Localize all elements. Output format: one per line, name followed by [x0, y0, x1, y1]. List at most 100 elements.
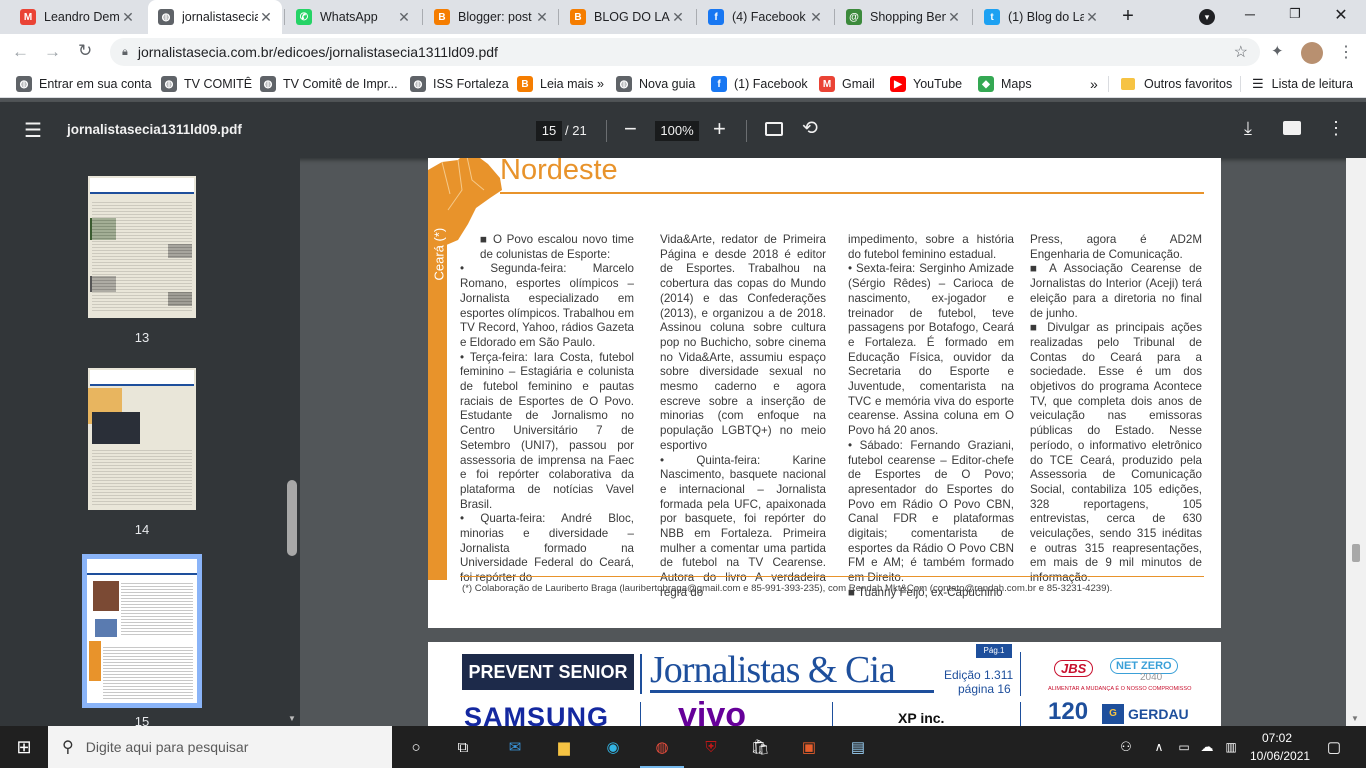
chrome-icon[interactable]: ◍	[650, 735, 674, 759]
bookmark-item[interactable]: ◍ TV Comitê de Impr...	[260, 70, 398, 98]
new-tab-button[interactable]: +	[1116, 5, 1140, 29]
extensions-icon[interactable]: ✦	[1271, 42, 1284, 60]
back-button[interactable]: ←	[12, 42, 29, 62]
tab-4[interactable]: B Blogger: post ✕	[424, 0, 558, 34]
thumb-text	[103, 645, 193, 699]
cloud-icon[interactable]: ☁	[1195, 735, 1219, 759]
globe-icon: ◍	[161, 76, 177, 92]
more-actions-icon[interactable]: ⋮	[1327, 118, 1345, 139]
jbs-logo: JBS	[1054, 660, 1094, 677]
edition-page: página 16	[958, 682, 1011, 696]
pdf-toolbar: ☰ jornalistasecia1311ld09.pdf 15 / 21 − …	[0, 102, 1366, 158]
bookmark-label: Gmail	[842, 77, 875, 91]
tab-close-icon[interactable]: ✕	[120, 9, 136, 26]
paragraph: ■ Divulgar as principais ações realizada…	[1030, 321, 1202, 585]
notepad-icon[interactable]: ▤	[846, 735, 870, 759]
file-explorer-icon[interactable]: ▆	[552, 735, 576, 759]
clock-date[interactable]: 10/06/2021	[1250, 749, 1310, 763]
tab-title: jornalistasecia	[182, 10, 258, 24]
rotate-icon[interactable]: ⟲	[802, 117, 818, 140]
tab-close-icon[interactable]: ✕	[396, 9, 412, 26]
bookmark-item[interactable]: ◍ Entrar em sua conta	[16, 70, 152, 98]
bookmark-item[interactable]: B Leia mais »	[517, 70, 604, 98]
download-icon[interactable]: ⤓	[1244, 118, 1252, 139]
browser-menu-icon[interactable]: ⋮	[1338, 42, 1354, 62]
tab-close-icon[interactable]: ✕	[1084, 9, 1100, 26]
whatsapp-icon: ✆	[296, 9, 312, 25]
tab-5[interactable]: B BLOG DO LAU✕	[560, 0, 694, 34]
thumb-text	[92, 200, 192, 312]
bookmark-label: Entrar em sua conta	[39, 77, 152, 91]
store-icon[interactable]: 🛍︎	[748, 735, 772, 759]
tab-8[interactable]: t (1) Blog do La ✕	[974, 0, 1108, 34]
bookmark-item[interactable]: M Gmail	[819, 70, 875, 98]
notifications-icon[interactable]: ▢	[1322, 735, 1346, 759]
menu-icon[interactable]: ☰	[24, 118, 42, 143]
fit-page-icon[interactable]	[765, 122, 783, 136]
viewer-scrollbar[interactable]: ▼	[1346, 158, 1366, 726]
viewer-scroll-thumb[interactable]	[1352, 544, 1360, 562]
tab-close-icon[interactable]: ✕	[534, 9, 550, 26]
reload-button[interactable]: ↻	[78, 41, 92, 61]
sidebar-scrollbar[interactable]: ▼	[285, 158, 299, 726]
close-window-button[interactable]: ✕	[1326, 5, 1356, 27]
reading-list-button[interactable]: ☰ Lista de leitura	[1252, 70, 1353, 98]
tab-close-icon[interactable]: ✕	[670, 9, 686, 26]
bookmark-label: YouTube	[913, 77, 963, 91]
print-icon[interactable]	[1283, 121, 1301, 135]
footnote-rule	[460, 576, 1204, 577]
tab-close-icon[interactable]: ✕	[258, 9, 274, 26]
maximize-button[interactable]: ❐	[1280, 6, 1310, 26]
zoom-out-button[interactable]: −	[624, 116, 637, 142]
tab-2[interactable]: ◍ jornalistasecia ✕	[148, 0, 282, 34]
network-icon[interactable]: ▥	[1219, 735, 1243, 759]
bookmark-item[interactable]: ◆ Maps	[978, 70, 1032, 98]
thumbnail-page-15[interactable]	[82, 554, 202, 708]
cortana-icon[interactable]: ○	[404, 735, 428, 759]
forward-button[interactable]: →	[44, 42, 61, 62]
thumbnail-page-13[interactable]	[88, 176, 196, 318]
people-icon[interactable]: ⚇	[1114, 735, 1138, 759]
address-bar[interactable]: 🔒︎ jornalistasecia.com.br/edicoes/jornal…	[110, 38, 1260, 66]
tab-1[interactable]: M Leandro Dem ✕	[10, 0, 144, 34]
bookmark-item[interactable]: f (1) Facebook	[711, 70, 808, 98]
taskbar-search[interactable]: ⚲ Digite aqui para pesquisar	[48, 726, 392, 768]
tab-6[interactable]: f (4) Facebook ✕	[698, 0, 832, 34]
clock-time[interactable]: 07:02	[1262, 731, 1292, 745]
bookmark-item[interactable]: ◍ ISS Fortaleza	[410, 70, 509, 98]
profile-avatar[interactable]	[1301, 42, 1323, 64]
task-view-icon[interactable]: ⧉	[451, 735, 475, 759]
page-number-input[interactable]: 15	[536, 121, 562, 141]
bookmark-item[interactable]: ▶ YouTube	[890, 70, 962, 98]
edge-icon[interactable]: ◉	[601, 735, 625, 759]
thumbnail-page-14[interactable]	[88, 368, 196, 510]
zoom-input[interactable]: 100%	[655, 121, 699, 141]
scroll-down-arrow[interactable]: ▼	[1351, 714, 1359, 723]
battery-icon[interactable]: ▭	[1172, 735, 1196, 759]
tab-close-icon[interactable]: ✕	[808, 9, 824, 26]
bookmark-item[interactable]: ◍ TV COMITÊ	[161, 70, 252, 98]
netzero-tagline: ALIMENTAR A MUDANÇA É O NOSSO COMPROMISS…	[1048, 686, 1192, 692]
prevent-senior-logo: PREVENT SENIOR	[462, 654, 634, 690]
tab-3[interactable]: ✆ WhatsApp ✕	[286, 0, 420, 34]
thumb-photo	[93, 581, 119, 611]
scroll-down-arrow[interactable]: ▼	[288, 714, 296, 723]
other-favorites-folder[interactable]: Outros favoritos	[1121, 70, 1232, 98]
zoom-in-button[interactable]: +	[713, 116, 726, 142]
bookmark-star-icon[interactable]: ☆	[1234, 42, 1248, 62]
tab-search-icon[interactable]: ▾	[1199, 9, 1215, 25]
mail-icon[interactable]: ✉	[503, 735, 527, 759]
bookmark-item[interactable]: ◍ Nova guia	[616, 70, 695, 98]
tray-chevron-icon[interactable]: ∧	[1147, 735, 1171, 759]
mcafee-icon[interactable]: ⛨	[699, 735, 723, 759]
tab-7[interactable]: @ Shopping Ben ✕	[836, 0, 970, 34]
minimize-button[interactable]: ─	[1235, 6, 1265, 26]
windows-start-icon[interactable]: ⊞	[12, 735, 36, 759]
sidebar-scroll-thumb[interactable]	[287, 480, 297, 556]
page-total: / 21	[565, 123, 587, 138]
paragraph: • Segunda-feira: Marcelo Romano, esporte…	[460, 262, 634, 349]
office-icon[interactable]: ▣	[797, 735, 821, 759]
search-icon: ⚲	[62, 739, 74, 756]
bookmarks-overflow-button[interactable]: »	[1090, 70, 1098, 98]
tab-close-icon[interactable]: ✕	[946, 9, 962, 26]
